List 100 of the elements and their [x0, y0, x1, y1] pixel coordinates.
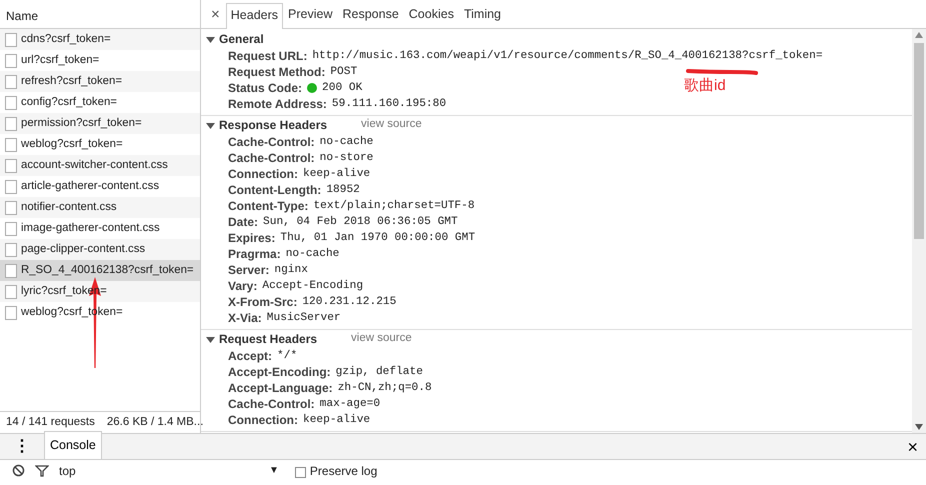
console-tab[interactable]: Console — [44, 431, 102, 459]
file-icon — [5, 264, 17, 278]
context-selector[interactable]: top — [59, 462, 259, 480]
header-value: no-cache — [286, 246, 340, 262]
clear-icon[interactable] — [12, 464, 25, 477]
column-header[interactable]: Name — [6, 9, 38, 23]
header-value: zh-CN,zh;q=0.8 — [338, 380, 432, 396]
file-icon — [5, 284, 17, 298]
header-name: Server: — [228, 262, 270, 278]
header-value: */* — [277, 348, 298, 364]
status-dot — [307, 83, 318, 93]
header-name: Accept-Encoding: — [228, 364, 331, 380]
file-icon — [5, 32, 17, 46]
tab[interactable]: Response — [337, 2, 404, 28]
header-value: 120.231.12.215 — [302, 295, 396, 310]
header-value: MusicServer — [266, 310, 341, 326]
header-value: no-cache — [320, 134, 374, 150]
tab[interactable]: Preview — [283, 2, 338, 28]
close-button[interactable]: × — [907, 438, 918, 454]
request-row[interactable]: refresh?csrf_token= — [0, 71, 200, 92]
view-source-link[interactable]: view source — [361, 116, 422, 134]
header-name: Accept: — [228, 348, 272, 364]
request-row[interactable]: R_SO_4_400162138?csrf_token= — [0, 260, 200, 281]
expand-triangle-icon[interactable] — [206, 120, 215, 130]
header-value: 18952 — [326, 183, 360, 198]
file-icon — [5, 96, 17, 110]
file-icon — [5, 54, 17, 68]
header-name: Request Method: — [228, 64, 326, 80]
header-name: Status Code: — [228, 80, 302, 96]
expand-triangle-icon[interactable] — [206, 34, 215, 44]
header-value: nginx — [274, 262, 308, 278]
file-icon — [5, 138, 17, 152]
file-icon — [5, 242, 17, 256]
close-button[interactable]: × — [205, 3, 226, 28]
header-name: Expires: — [228, 230, 276, 246]
preserve-log-label: Preserve log — [310, 463, 378, 480]
request-row[interactable]: permission?csrf_token= — [0, 113, 200, 134]
header-value: gzip, deflate — [336, 364, 423, 380]
request-row[interactable]: page-clipper-content.css — [0, 239, 200, 260]
annotation-note: 歌曲id — [684, 77, 726, 95]
file-icon — [5, 116, 17, 130]
header-name: Content-Type: — [228, 198, 308, 214]
section-title[interactable]: General — [219, 30, 264, 48]
header-name: Cache-Control: — [228, 134, 315, 150]
header-name: X-Via: — [228, 310, 262, 326]
view-source-link[interactable]: view source — [351, 330, 412, 348]
header-name: Connection: — [228, 166, 298, 182]
tab[interactable]: Timing — [458, 2, 506, 28]
request-row[interactable]: image-gatherer-content.css — [0, 218, 200, 239]
preserve-log-checkbox[interactable] — [294, 467, 306, 478]
tab[interactable]: Cookies — [404, 2, 459, 28]
dropdown-arrow[interactable]: ▼ — [269, 462, 279, 480]
header-name: Vary: — [228, 278, 258, 294]
header-value: 200 OK — [322, 81, 362, 96]
header-name: Cache-Control: — [228, 150, 315, 166]
file-icon — [5, 158, 17, 172]
request-row[interactable]: article-gatherer-content.css — [0, 176, 200, 197]
scroll-down-icon[interactable] — [915, 424, 923, 430]
header-value: POST — [330, 65, 358, 80]
transfer-size: 26.6 KB / 1.4 MB... — [106, 414, 204, 430]
expand-triangle-icon[interactable] — [206, 334, 215, 344]
header-name: Remote Address: — [228, 96, 327, 112]
file-icon — [5, 180, 17, 194]
section-title[interactable]: Response Headers — [219, 116, 328, 134]
file-icon — [5, 306, 17, 320]
header-name: Connection: — [228, 412, 298, 428]
underline-mark — [686, 69, 758, 75]
file-icon — [5, 74, 17, 88]
filter-icon[interactable] — [35, 465, 49, 477]
header-value: Sun, 04 Feb 2018 06:36:05 GMT — [263, 214, 458, 230]
header-name: X-From-Src: — [228, 294, 298, 310]
file-icon — [5, 222, 17, 236]
header-value: no-store — [320, 151, 374, 166]
header-name: Accept-Language: — [228, 380, 333, 396]
header-name: Pragrma: — [228, 246, 281, 262]
request-row[interactable]: url?csrf_token= — [0, 50, 200, 71]
header-name: Cache-Control: — [228, 396, 315, 412]
request-row[interactable]: config?csrf_token= — [0, 92, 200, 113]
scroll-up-icon[interactable] — [915, 32, 923, 38]
request-row[interactable]: account-switcher-content.css — [0, 155, 200, 176]
header-value: keep-alive — [303, 166, 370, 182]
header-value: http://music.163.com/weapi/v1/resource/comments/R_SO_4_400162138?csrf_token= — [312, 48, 823, 64]
section-title[interactable]: Request Headers — [219, 330, 318, 348]
request-count: 14 / 141 requests — [6, 414, 95, 430]
header-name: Request URL: — [228, 48, 308, 64]
header-value: Accept-Encoding — [262, 278, 364, 294]
header-value: Thu, 01 Jan 1970 00:00:00 GMT — [280, 230, 476, 246]
header-value: 59.111.160.195:80 — [332, 97, 446, 112]
header-value: max-age=0 — [320, 397, 380, 412]
menu-button[interactable]: ⋮ — [10, 438, 34, 454]
file-icon — [5, 200, 17, 214]
request-row[interactable]: weblog?csrf_token= — [0, 134, 200, 155]
header-value: keep-alive — [303, 412, 370, 428]
tab[interactable]: Headers — [226, 3, 284, 29]
request-row[interactable]: cdns?csrf_token= — [0, 29, 200, 50]
header-name: Date: — [228, 214, 258, 230]
header-value: text/plain;charset=UTF-8 — [313, 198, 475, 214]
scrollbar[interactable] — [912, 29, 926, 433]
request-row[interactable]: notifier-content.css — [0, 197, 200, 218]
header-name: Content-Length: — [228, 182, 322, 198]
